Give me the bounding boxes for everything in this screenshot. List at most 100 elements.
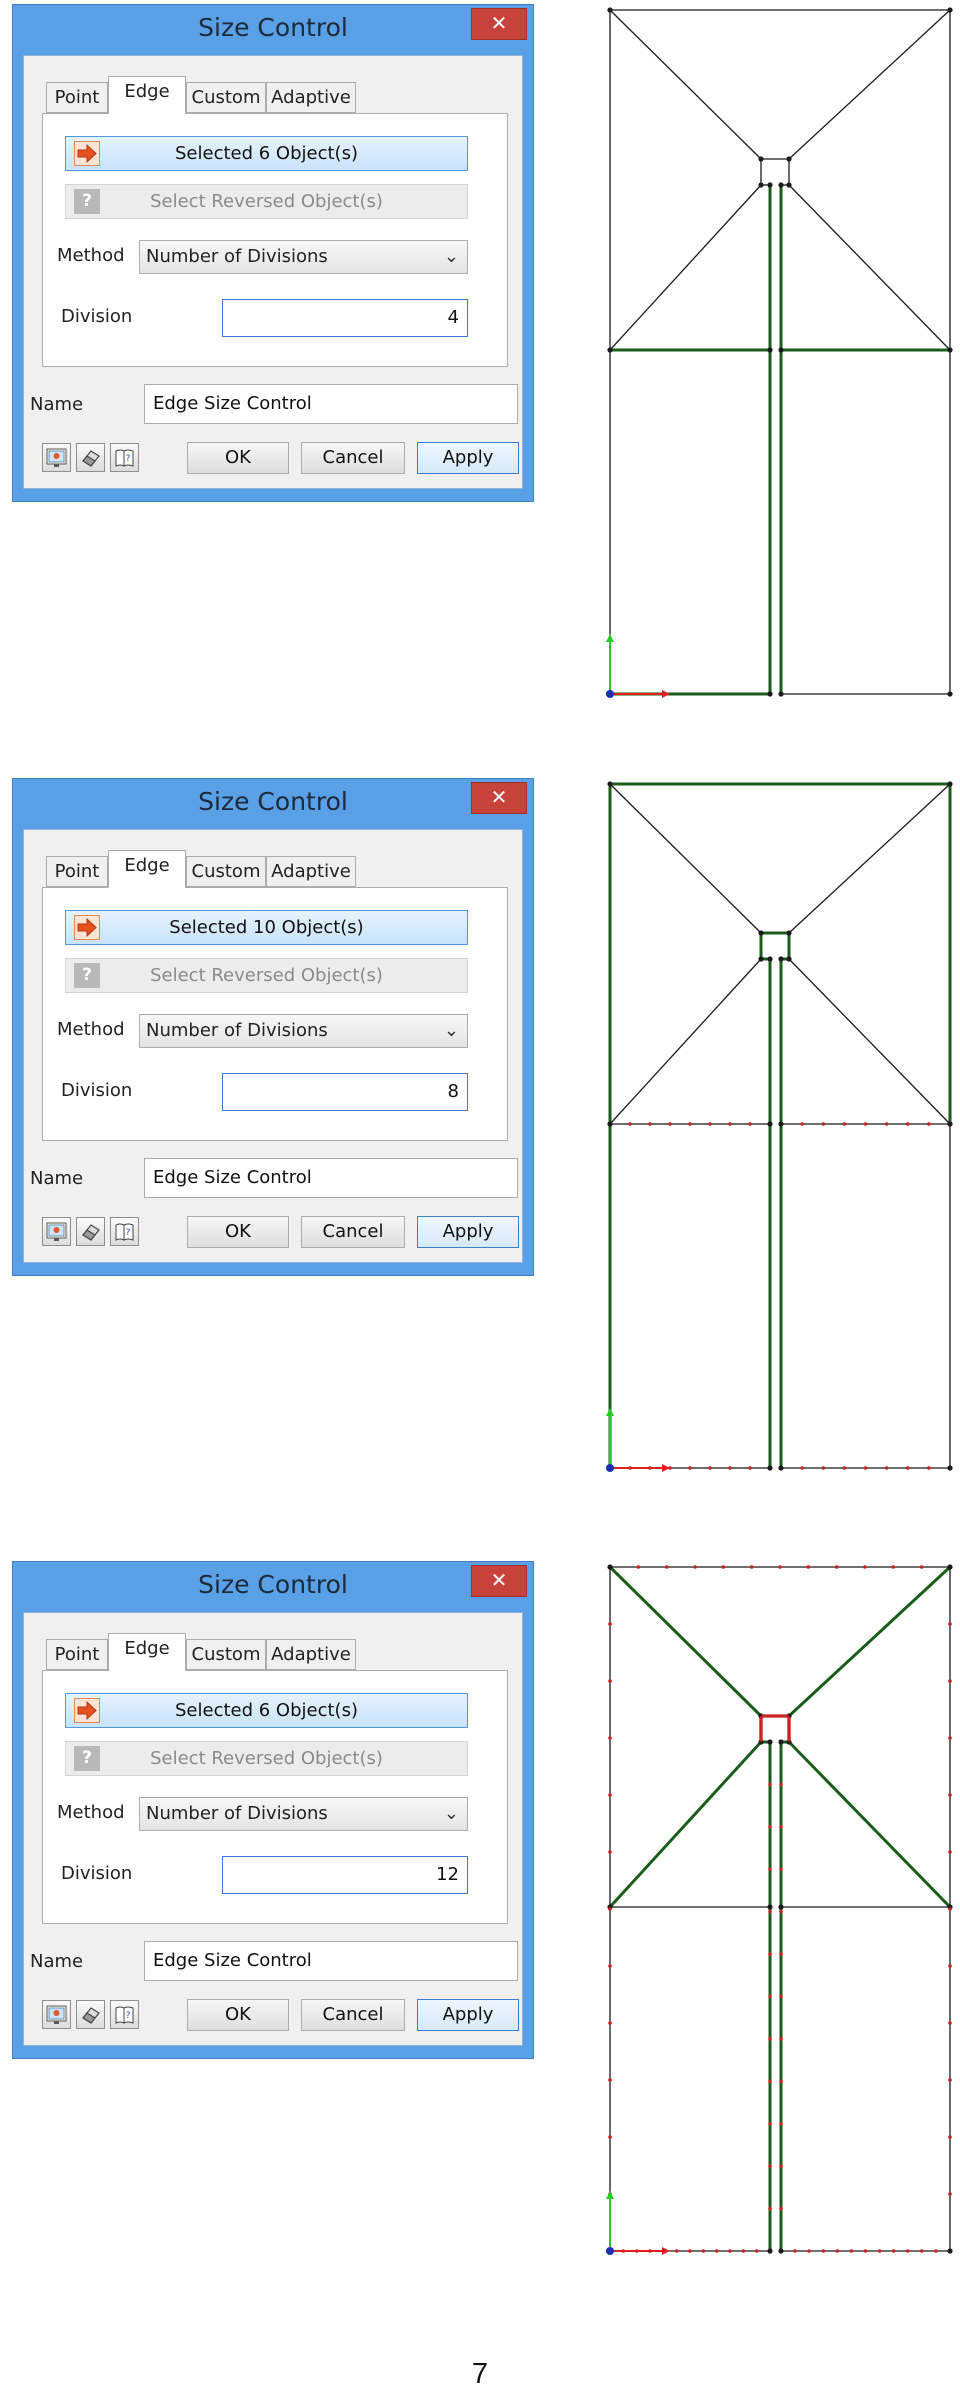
model-viewport-3[interactable] — [600, 1559, 960, 2271]
vertex-point[interactable] — [778, 691, 784, 697]
vertex-point[interactable] — [767, 1465, 773, 1471]
model-viewport-2[interactable] — [600, 776, 960, 1488]
tab-edge[interactable]: Edge — [108, 850, 186, 888]
tab-adaptive[interactable]: Adaptive — [266, 1639, 356, 1670]
vertex-point[interactable] — [778, 1465, 784, 1471]
name-input[interactable]: Edge Size Control — [144, 1941, 518, 1981]
tab-edge[interactable]: Edge — [108, 76, 186, 114]
help-button[interactable]: ? — [110, 443, 139, 472]
division-input[interactable]: 8 — [222, 1073, 468, 1111]
apply-button[interactable]: Apply — [417, 442, 519, 474]
vertex-point[interactable] — [778, 956, 784, 962]
select-reversed-button[interactable]: ? Select Reversed Object(s) — [65, 184, 468, 219]
vertex-point[interactable] — [758, 182, 764, 188]
vertex-point[interactable] — [767, 1904, 773, 1910]
vertex-point[interactable] — [607, 781, 613, 787]
diagonal-bottom-right[interactable] — [788, 184, 951, 351]
close-button[interactable]: ✕ — [471, 1565, 527, 1597]
vertex-point[interactable] — [778, 182, 784, 188]
vertex-point[interactable] — [767, 2248, 773, 2254]
vertex-point[interactable] — [947, 2248, 953, 2254]
vertex-point[interactable] — [767, 956, 773, 962]
vertex-point[interactable] — [607, 347, 613, 353]
apply-button[interactable]: Apply — [417, 1216, 519, 1248]
preview-button[interactable] — [42, 443, 71, 472]
vertex-point[interactable] — [778, 2248, 784, 2254]
ok-button[interactable]: OK — [187, 442, 289, 474]
vertex-point[interactable] — [778, 347, 784, 353]
diagonal-bottom-left[interactable] — [609, 184, 762, 351]
diagonal-bottom-right[interactable] — [788, 958, 951, 1125]
vertex-point[interactable] — [786, 182, 792, 188]
vertex-point[interactable] — [778, 1739, 784, 1745]
diagonal-bottom-left[interactable] — [609, 958, 762, 1125]
eraser-button[interactable] — [76, 443, 105, 472]
vertex-point[interactable] — [786, 930, 792, 936]
name-input[interactable]: Edge Size Control — [144, 1158, 518, 1198]
vertex-point[interactable] — [947, 347, 953, 353]
method-select[interactable]: Number of Divisions ⌄ — [139, 1014, 468, 1048]
cancel-button[interactable]: Cancel — [301, 442, 405, 474]
vertex-point[interactable] — [758, 956, 764, 962]
vertex-point[interactable] — [786, 956, 792, 962]
select-reversed-button[interactable]: ? Select Reversed Object(s) — [65, 1741, 468, 1776]
title-bar[interactable]: Size Control ✕ — [13, 1562, 533, 1612]
diagonal-top-right[interactable] — [787, 1565, 952, 1718]
eraser-button[interactable] — [76, 1217, 105, 1246]
model-viewport-1[interactable] — [600, 2, 960, 714]
vertex-point[interactable] — [786, 156, 792, 162]
tab-custom[interactable]: Custom — [186, 1639, 266, 1670]
tab-adaptive[interactable]: Adaptive — [266, 856, 356, 887]
tab-point[interactable]: Point — [46, 856, 108, 887]
tab-custom[interactable]: Custom — [186, 856, 266, 887]
tab-edge[interactable]: Edge — [108, 1633, 186, 1671]
select-objects-button[interactable]: Selected 6 Object(s) — [65, 1693, 468, 1728]
select-objects-button[interactable]: Selected 10 Object(s) — [65, 910, 468, 945]
eraser-button[interactable] — [76, 2000, 105, 2029]
tab-custom[interactable]: Custom — [186, 82, 266, 113]
division-input[interactable]: 4 — [222, 299, 468, 337]
vertex-point[interactable] — [758, 156, 764, 162]
tab-point[interactable]: Point — [46, 82, 108, 113]
select-objects-button[interactable]: Selected 6 Object(s) — [65, 136, 468, 171]
diagonal-top-left[interactable] — [608, 1565, 763, 1718]
vertex-point[interactable] — [767, 347, 773, 353]
tab-adaptive[interactable]: Adaptive — [266, 82, 356, 113]
vertex-point[interactable] — [758, 930, 764, 936]
tab-point[interactable]: Point — [46, 1639, 108, 1670]
help-button[interactable]: ? — [110, 2000, 139, 2029]
close-button[interactable]: ✕ — [471, 8, 527, 40]
vertex-point[interactable] — [767, 691, 773, 697]
cancel-button[interactable]: Cancel — [301, 1216, 405, 1248]
apply-button[interactable]: Apply — [417, 1999, 519, 2031]
name-input[interactable]: Edge Size Control — [144, 384, 518, 424]
title-bar[interactable]: Size Control ✕ — [13, 779, 533, 829]
vertex-point[interactable] — [767, 1121, 773, 1127]
vertex-point[interactable] — [607, 1121, 613, 1127]
vertex-point[interactable] — [947, 1465, 953, 1471]
division-input[interactable]: 12 — [222, 1856, 468, 1894]
vertex-point[interactable] — [947, 7, 953, 13]
vertex-point[interactable] — [767, 1739, 773, 1745]
close-button[interactable]: ✕ — [471, 782, 527, 814]
preview-button[interactable] — [42, 1217, 71, 1246]
vertex-point[interactable] — [947, 1564, 953, 1570]
cancel-button[interactable]: Cancel — [301, 1999, 405, 2031]
method-select[interactable]: Number of Divisions ⌄ — [139, 240, 468, 274]
diagonal-top-right[interactable] — [788, 9, 951, 160]
title-bar[interactable]: Size Control ✕ — [13, 5, 533, 55]
vertex-point[interactable] — [778, 1904, 784, 1910]
vertex-point[interactable] — [607, 7, 613, 13]
diagonal-bottom-left[interactable] — [608, 1740, 763, 1909]
vertex-point[interactable] — [767, 182, 773, 188]
vertex-point[interactable] — [947, 781, 953, 787]
diagonal-top-left[interactable] — [609, 9, 762, 160]
diagonal-top-right[interactable] — [788, 783, 951, 934]
vertex-point[interactable] — [947, 691, 953, 697]
vertex-point[interactable] — [607, 1564, 613, 1570]
select-reversed-button[interactable]: ? Select Reversed Object(s) — [65, 958, 468, 993]
diagonal-bottom-right[interactable] — [787, 1740, 952, 1909]
method-select[interactable]: Number of Divisions ⌄ — [139, 1797, 468, 1831]
vertex-point[interactable] — [947, 1121, 953, 1127]
diagonal-top-left[interactable] — [609, 783, 762, 934]
